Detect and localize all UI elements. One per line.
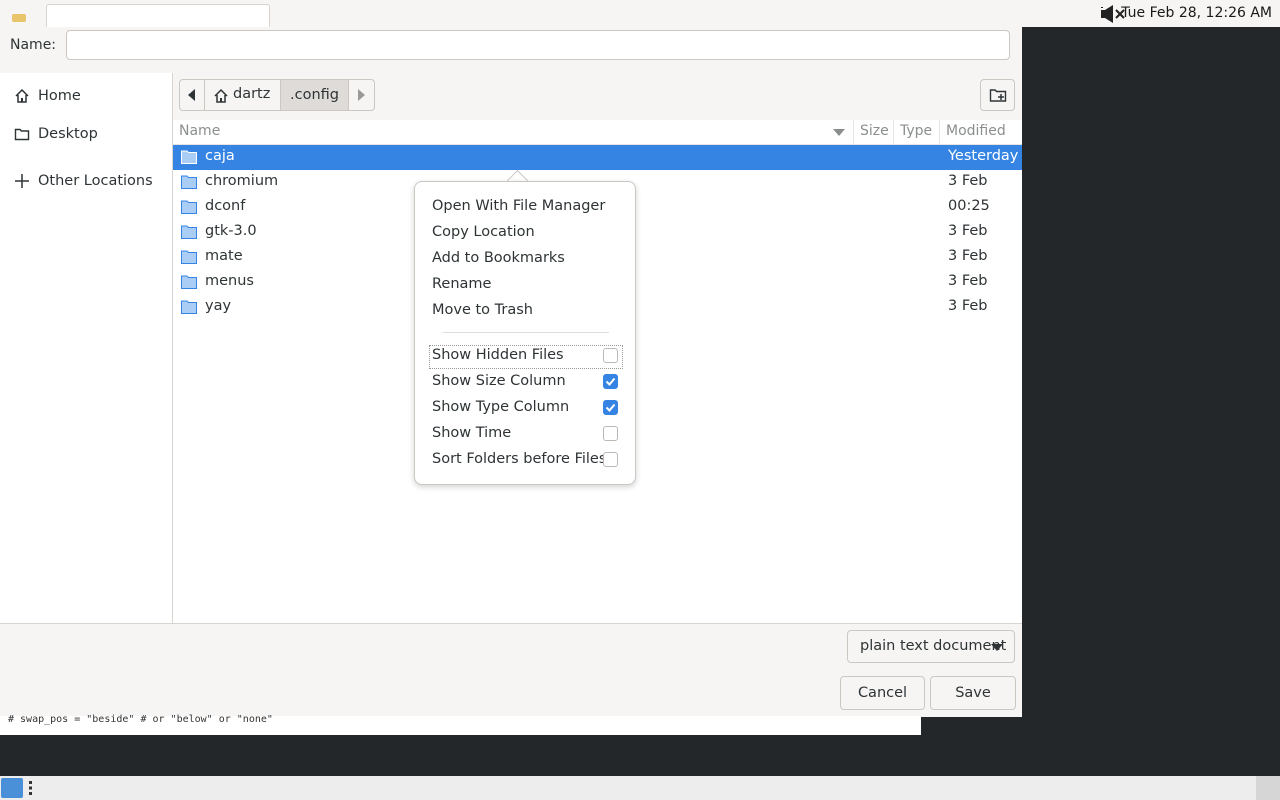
folder-icon [181,200,197,214]
file-row[interactable]: caja Yesterday [173,145,1022,170]
folder-icon [14,128,30,141]
chevron-down-icon [991,644,1003,651]
chevron-left-icon [188,89,195,101]
checkbox-checked[interactable] [603,400,618,415]
checkbox-unchecked[interactable] [603,452,618,467]
toggle-show-size-column[interactable]: Show Size Column [427,371,623,394]
column-headers: Name Size Type Modified [173,120,1022,145]
chevron-right-icon [358,89,365,101]
column-header-name[interactable]: Name [179,123,220,139]
file-name: mate [205,248,243,264]
checkbox-checked[interactable] [603,374,618,389]
cancel-button[interactable]: Cancel [840,676,925,710]
sort-descending-icon [833,129,845,136]
sidebar-item-label: Desktop [38,126,98,142]
toggle-label: Show Hidden Files [432,347,564,363]
toggle-label: Show Size Column [432,373,566,389]
plus-icon [15,174,29,188]
folder-icon [181,225,197,239]
toggle-show-time[interactable]: Show Time [427,423,623,446]
clock[interactable]: Tue Feb 28, 12:26 AM [1121,5,1272,21]
column-divider [853,120,854,144]
file-modified: 3 Feb [948,173,988,189]
file-context-menu: Open With File Manager Copy Location Add… [414,181,636,485]
sidebar-item-home[interactable]: Home [0,81,172,111]
top-panel: Tue Feb 28, 12:26 AM [0,0,1280,28]
checkbox-unchecked[interactable] [603,348,618,363]
column-divider [939,120,940,144]
dialog-footer: plain text document Cancel Save [0,623,1022,717]
editor-tab[interactable] [46,4,270,28]
sidebar-item-label: Other Locations [38,173,153,189]
toggle-label: Show Type Column [432,399,570,415]
toggle-label: Sort Folders before Files [432,451,607,467]
menu-item-open-with-file-manager[interactable]: Open With File Manager [432,198,605,214]
file-name: chromium [205,173,279,189]
menu-separator [443,332,609,333]
file-modified: 3 Feb [948,248,988,264]
places-sidebar: Home Desktop Other Locations [0,73,173,623]
folder-icon [181,175,197,189]
menu-item-copy-location[interactable]: Copy Location [432,224,535,240]
checkmark-icon [605,403,616,412]
file-name: menus [205,273,254,289]
path-bar: dartz .config [173,73,1022,120]
file-modified: 00:25 [948,198,990,214]
toggle-show-hidden-files[interactable]: Show Hidden Files [427,345,623,368]
file-name: yay [205,298,232,314]
file-modified: 3 Feb [948,298,988,314]
file-modified: 3 Feb [948,273,988,289]
app-tab-icon [12,14,26,22]
menu-item-move-to-trash[interactable]: Move to Trash [432,302,533,318]
sidebar-item-other-locations[interactable]: Other Locations [0,166,172,196]
show-desktop-button[interactable] [1256,776,1280,800]
column-divider [893,120,894,144]
path-home-label: dartz [233,86,271,102]
sidebar-item-label: Home [38,88,81,104]
column-header-modified[interactable]: Modified [946,123,1006,139]
create-folder-button[interactable] [980,79,1015,111]
home-icon [15,88,29,103]
file-name: gtk-3.0 [205,223,257,239]
toggle-label: Show Time [432,425,512,441]
menu-item-add-to-bookmarks[interactable]: Add to Bookmarks [432,250,565,266]
terminal-line-text: # swap_pos = "beside" # or "below" or "n… [8,714,273,725]
file-name: dconf [205,198,246,214]
checkmark-icon [605,377,616,386]
filename-input[interactable] [66,30,1010,60]
file-modified: Yesterday [948,148,1019,164]
sidebar-item-desktop[interactable]: Desktop [0,119,172,149]
column-header-type[interactable]: Type [900,123,932,139]
name-label: Name: [10,37,57,53]
menu-item-rename[interactable]: Rename [432,276,491,292]
file-type-filter-dropdown[interactable]: plain text document [847,630,1015,663]
home-icon [214,88,228,103]
column-header-size[interactable]: Size [860,123,889,139]
new-folder-icon [989,89,1007,102]
toggle-show-type-column[interactable]: Show Type Column [427,397,623,420]
folder-icon [181,275,197,289]
folder-icon [181,250,197,264]
file-modified: 3 Feb [948,223,988,239]
path-scroll-right-button[interactable] [349,79,375,111]
file-type-filter-label: plain text document [860,638,1007,654]
path-button-current[interactable]: .config [281,79,349,111]
folder-icon [181,300,197,314]
folder-icon [181,150,197,164]
toggle-sort-folders-before-files[interactable]: Sort Folders before Files [427,449,623,472]
save-button[interactable]: Save [930,676,1016,710]
checkbox-unchecked[interactable] [603,426,618,441]
file-name: caja [205,148,235,164]
file-manager-task-icon[interactable] [1,778,23,798]
path-scroll-left-button[interactable] [179,79,205,111]
drag-handle-icon[interactable] [28,780,33,796]
path-button-home[interactable]: dartz [205,79,281,111]
terminal-text-line: # swap_pos = "beside" # or "below" or "n… [0,714,921,735]
taskbar [0,776,1280,800]
